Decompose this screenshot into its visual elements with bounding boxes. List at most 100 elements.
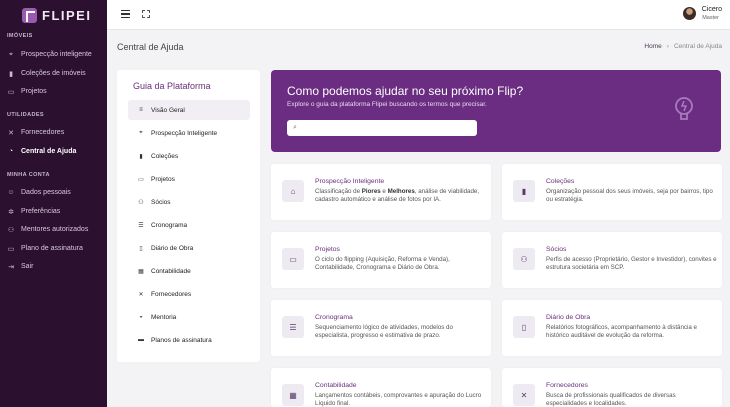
guide-panel: Guia da Plataforma ≡ Visão Geral ⌖ Prosp… [117, 70, 260, 362]
sidebar-item-central-ajuda[interactable]: ◔ Central de Ajuda [0, 143, 107, 160]
card-title: Coleções [546, 178, 575, 185]
guide-item-label: Fornecedores [151, 290, 192, 298]
guide-item-label: Diário de Obra [151, 244, 194, 252]
guide-item-diario[interactable]: ▯ Diário de Obra [128, 238, 250, 258]
breadcrumb-separator: › [666, 43, 669, 50]
guide-item-prospeccao[interactable]: ⌖ Prospecção Inteligente [128, 123, 250, 143]
logo-icon [22, 7, 37, 23]
sidebar-item-label: Fornecedores [21, 129, 65, 136]
card-title: Fornecedores [546, 382, 588, 389]
tools-icon: ✕ [138, 291, 144, 298]
sidebar-item-fornecedores[interactable]: ✕ Fornecedores [0, 124, 107, 141]
section-label-utilidades: UTILIDADES [7, 112, 44, 118]
guide-item-projetos[interactable]: ▭ Projetos [128, 169, 250, 189]
book-icon: ▯ [139, 245, 143, 252]
guide-item-label: Planos de assinatura [151, 336, 212, 344]
guide-item-colecoes[interactable]: ▮ Coleções [128, 146, 250, 166]
bookmark-icon: ▮ [9, 70, 13, 78]
section-label-minha-conta: MINHA CONTA [7, 172, 50, 178]
avatar[interactable] [683, 7, 696, 20]
card-description: Sequenciamento lógico de atividades, mod… [315, 324, 453, 339]
breadcrumb-home[interactable]: Home [644, 43, 661, 50]
fullscreen-icon[interactable] [142, 10, 150, 18]
search-box[interactable]: ⌕ [287, 120, 477, 136]
card-description: Busca de profissionais qualificados de d… [546, 392, 676, 407]
card-description: Organização pessoal dos seus imóveis, se… [546, 188, 713, 203]
section-label-imoveis: IMÓVEIS [7, 33, 33, 39]
guide-item-label: Prospecção Inteligente [151, 129, 218, 137]
sidebar-item-preferencias[interactable]: ✲ Preferências [0, 203, 107, 220]
topic-card-contabilidade[interactable]: ▦ Contabilidade Lançamentos contábeis, c… [271, 368, 491, 407]
sidebar-item-dados-pessoais[interactable]: ☺ Dados pessoais [0, 184, 107, 201]
calculator-icon: ▦ [282, 384, 304, 406]
card-description: O ciclo do flipping (Aquisição, Reforma … [315, 256, 450, 271]
search-input[interactable] [300, 125, 471, 131]
guide-item-label: Cronograma [151, 221, 188, 229]
sidebar-item-mentores[interactable]: ⚇ Mentores autorizados [0, 221, 107, 238]
topic-card-colecoes[interactable]: ▮ Coleções Organização pessoal dos seus … [502, 164, 722, 220]
card-title: Sócios [546, 246, 567, 253]
topic-card-socios[interactable]: ⚇ Sócios Perfis de acesso (Proprietário,… [502, 232, 722, 288]
users-icon: ⚇ [138, 199, 144, 206]
guide-item-label: Projetos [151, 175, 175, 183]
sidebar-item-sair[interactable]: ⇥ Sair [0, 258, 107, 275]
menu-icon[interactable] [121, 10, 130, 18]
tools-icon: ✕ [513, 384, 535, 406]
sidebar-item-plano[interactable]: ▭ Plano de assinatura [0, 240, 107, 257]
topic-card-diario[interactable]: ▯ Diário de Obra Relatórios fotográficos… [502, 300, 722, 356]
topic-card-fornecedores[interactable]: ✕ Fornecedores Busca de profissionais qu… [502, 368, 722, 407]
folder-icon: ▭ [282, 248, 304, 270]
guide-item-fornecedores[interactable]: ✕ Fornecedores [128, 284, 250, 304]
sidebar-item-label: Mentores autorizados [21, 226, 89, 233]
help-circle-icon: ◔ [8, 148, 14, 155]
user-name[interactable]: Cicero [702, 6, 722, 13]
list-icon: ≡ [139, 107, 143, 113]
topic-card-prospeccao[interactable]: ⌂ Prospecção Inteligente Classificação d… [271, 164, 491, 220]
sidebar-item-label: Sair [21, 263, 34, 270]
topic-card-cronograma[interactable]: ☰ Cronograma Sequenciamento lógico de at… [271, 300, 491, 356]
bookmark-icon: ▮ [513, 180, 535, 202]
guide-item-visao-geral[interactable]: ≡ Visão Geral [128, 100, 250, 120]
breadcrumb: Home › Central de Ajuda [644, 43, 722, 50]
logo[interactable]: FLIPEI [0, 0, 107, 30]
guide-item-label: Visão Geral [151, 106, 185, 114]
hero-title: Como podemos ajudar no seu próximo Flip? [287, 84, 524, 98]
guide-item-contabilidade[interactable]: ▦ Contabilidade [128, 261, 250, 281]
card-title: Cronograma [315, 314, 353, 321]
card-title: Diário de Obra [546, 314, 591, 321]
users-icon: ⚇ [7, 226, 15, 234]
card-title: Prospecção Inteligente [315, 178, 385, 185]
user-icon: ☺ [7, 189, 15, 196]
breadcrumb-current: Central de Ajuda [673, 43, 722, 50]
sidebar-item-label: Plano de assinatura [21, 245, 83, 252]
topbar: Cicero Master [107, 0, 730, 30]
guide-item-socios[interactable]: ⚇ Sócios [128, 192, 250, 212]
home-icon: ⌂ [282, 180, 304, 202]
hero-subtitle: Explore o guia da plataforma Flipei busc… [287, 101, 487, 108]
card-description: Perfis de acesso (Proprietário, Gestor e… [546, 256, 717, 271]
guide-item-mentoria[interactable]: ◒ Mentoria [128, 307, 250, 327]
guide-item-planos[interactable]: ▬ Planos de assinatura [128, 330, 250, 350]
guide-item-label: Contabilidade [151, 267, 191, 275]
logout-icon: ⇥ [8, 263, 14, 271]
tools-icon: ✕ [8, 129, 14, 137]
card-title: Contabilidade [315, 382, 357, 389]
lightbulb-icon [675, 97, 693, 120]
sidebar-item-colecoes[interactable]: ▮ Coleções de imóveis [0, 65, 107, 82]
sidebar-item-label: Coleções de imóveis [21, 70, 86, 77]
sidebar-item-label: Projetos [21, 88, 47, 95]
help-hero: Como podemos ajudar no seu próximo Flip?… [271, 70, 721, 152]
guide-title: Guia da Plataforma [133, 81, 211, 91]
sidebar-item-projetos[interactable]: ▭ Projetos [0, 83, 107, 100]
timeline-icon: ☰ [138, 222, 144, 229]
sidebar-item-prospeccao[interactable]: ⌖ Prospecção inteligente [0, 46, 107, 63]
mentor-icon: ◒ [139, 314, 143, 320]
guide-item-label: Mentoria [151, 313, 177, 321]
guide-item-label: Coleções [151, 152, 179, 160]
topic-card-projetos[interactable]: ▭ Projetos O ciclo do flipping (Aquisiçã… [271, 232, 491, 288]
folder-icon: ▭ [7, 88, 15, 96]
card-description: Lançamentos contábeis, comprovantes e ap… [315, 392, 482, 407]
logo-text: FLIPEI [42, 7, 92, 23]
guide-item-cronograma[interactable]: ☰ Cronograma [128, 215, 250, 235]
calculator-icon: ▦ [138, 268, 144, 275]
